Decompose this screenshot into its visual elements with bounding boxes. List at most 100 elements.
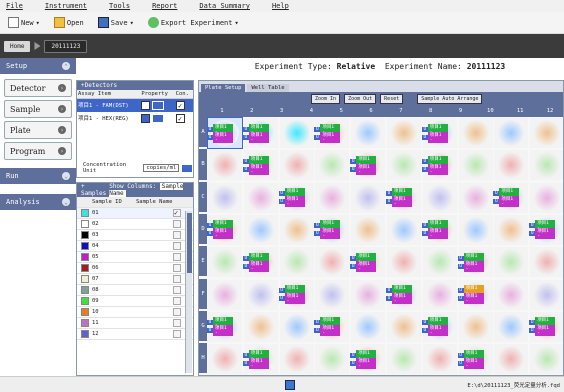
export-experiment-button[interactable]: Export Experiment ▾ xyxy=(144,14,243,31)
zoom-in-button[interactable]: Zoom In xyxy=(311,94,341,104)
plate-well[interactable] xyxy=(243,311,278,342)
plate-well[interactable]: U项目1 -U项目1 - xyxy=(242,344,278,375)
sample-row[interactable]: 09 xyxy=(77,296,193,307)
open-button[interactable]: Open xyxy=(50,14,88,31)
plate-well[interactable]: U项目1 -U项目1 - xyxy=(278,182,314,213)
menu-data-summary[interactable]: Data Summary xyxy=(199,2,250,10)
tab-well-table[interactable]: Well Table xyxy=(247,84,289,92)
sample-checkbox[interactable] xyxy=(173,297,181,305)
plate-well[interactable]: U项目1 -U项目1 - xyxy=(350,344,386,375)
sample-row[interactable]: 11 xyxy=(77,318,193,329)
plate-well[interactable] xyxy=(494,118,529,148)
detector-row[interactable]: 项目1 - HEX(REG) ✓ xyxy=(77,112,193,125)
plate-well[interactable] xyxy=(243,182,278,213)
plate-well[interactable]: U项目1 -U项目1 - xyxy=(457,344,493,375)
plate-well[interactable] xyxy=(208,182,242,213)
sample-row[interactable]: 12 xyxy=(77,329,193,340)
sample-color-swatch[interactable] xyxy=(81,286,89,294)
sample-auto-arrange-button[interactable]: Sample Auto Arrange xyxy=(417,94,483,104)
sample-color-swatch[interactable] xyxy=(81,275,89,283)
plate-well[interactable]: U项目1 -U项目1 - xyxy=(421,311,457,342)
sample-color-swatch[interactable] xyxy=(81,308,89,316)
property-dropdown[interactable] xyxy=(152,113,165,123)
detector-row[interactable]: 项目1 - FAM(DST) ✓ xyxy=(77,98,193,112)
sample-row[interactable]: 10 xyxy=(77,307,193,318)
plate-well[interactable] xyxy=(208,247,242,278)
new-button[interactable]: New ▾ xyxy=(4,14,44,31)
plate-well[interactable]: U项目1 -U项目1 - xyxy=(386,279,421,310)
plate-well[interactable] xyxy=(351,118,386,148)
plate-well[interactable] xyxy=(387,344,421,375)
plate-well[interactable] xyxy=(387,214,421,245)
plate-well[interactable] xyxy=(530,182,563,213)
sample-color-swatch[interactable] xyxy=(81,209,89,217)
plate-well[interactable] xyxy=(494,344,529,375)
save-button[interactable]: Save ▾ xyxy=(94,14,138,31)
plate-well[interactable] xyxy=(422,182,457,213)
plate-well[interactable] xyxy=(422,344,457,375)
plate-well[interactable] xyxy=(387,311,421,342)
plate-well[interactable] xyxy=(351,311,386,342)
plate-well[interactable] xyxy=(458,182,493,213)
plate-well[interactable] xyxy=(315,247,350,278)
sample-checkbox[interactable] xyxy=(173,275,181,283)
menu-tools[interactable]: Tools xyxy=(109,2,130,10)
sample-checkbox[interactable] xyxy=(173,330,181,338)
plate-well[interactable] xyxy=(315,344,350,375)
zoom-out-button[interactable]: Zoom Out xyxy=(344,94,377,104)
con-checkbox[interactable]: ✓ xyxy=(175,113,185,123)
nav-item-plate[interactable]: Plate › xyxy=(4,121,72,139)
plate-well[interactable]: U项目1 -U项目1 - xyxy=(421,214,457,245)
plate-well[interactable]: U项目1 -U项目1 - xyxy=(242,247,278,278)
plate-well[interactable] xyxy=(494,279,529,310)
samples-scrollbar[interactable] xyxy=(185,211,192,373)
plate-well[interactable] xyxy=(351,214,386,245)
plate-well[interactable] xyxy=(315,279,350,310)
plate-well[interactable] xyxy=(351,279,386,310)
sample-checkbox[interactable] xyxy=(173,264,181,272)
plate-well[interactable] xyxy=(458,311,493,342)
plate-well[interactable]: U项目1 -U项目1 - xyxy=(421,118,457,148)
plate-well[interactable]: U项目1 -U项目1 - xyxy=(314,214,350,245)
nav-analysis[interactable]: Analysis ⌄ xyxy=(0,194,76,212)
reset-button[interactable]: Reset xyxy=(380,94,404,104)
plate-well[interactable] xyxy=(208,344,242,375)
plate-well[interactable] xyxy=(494,247,529,278)
plate-well[interactable] xyxy=(387,150,421,181)
menu-report[interactable]: Report xyxy=(152,2,177,10)
plate-well[interactable] xyxy=(279,118,314,148)
plate-well[interactable] xyxy=(243,279,278,310)
plate-well[interactable] xyxy=(279,344,314,375)
sample-checkbox[interactable] xyxy=(173,242,181,250)
sample-row[interactable]: 02 xyxy=(77,219,193,230)
plate-well[interactable]: U项目1 -U项目1 - xyxy=(314,311,350,342)
plate-well[interactable]: U项目1 -U项目1 - xyxy=(386,182,421,213)
sample-checkbox[interactable] xyxy=(173,319,181,327)
sample-row[interactable]: 03 xyxy=(77,230,193,241)
plate-well[interactable] xyxy=(279,247,314,278)
plate-well[interactable] xyxy=(351,182,386,213)
breadcrumb-experiment[interactable]: 20111123 xyxy=(44,39,88,53)
plate-well[interactable] xyxy=(530,118,563,148)
menu-help[interactable]: Help xyxy=(272,2,289,10)
plate-well[interactable]: U项目1 -U项目1 - xyxy=(207,311,242,342)
sample-color-swatch[interactable] xyxy=(81,319,89,327)
plate-well[interactable] xyxy=(530,279,563,310)
plate-well[interactable] xyxy=(494,214,529,245)
plate-well[interactable] xyxy=(458,150,493,181)
sample-checkbox[interactable]: ✓ xyxy=(173,209,181,217)
sample-row[interactable]: 06 xyxy=(77,263,193,274)
scrollbar-thumb[interactable] xyxy=(187,213,192,273)
plate-well[interactable] xyxy=(530,344,563,375)
plate-well[interactable]: U项目1 -U项目1 - xyxy=(493,182,529,213)
sample-color-swatch[interactable] xyxy=(81,242,89,250)
plate-well[interactable] xyxy=(208,150,242,181)
tab-plate-setup[interactable]: Plate Setup xyxy=(201,84,246,92)
sample-color-swatch[interactable] xyxy=(81,264,89,272)
plate-well[interactable]: U项目1 -U项目1 - xyxy=(242,118,278,148)
breadcrumb-home[interactable]: Home xyxy=(4,40,31,52)
plate-well[interactable] xyxy=(530,247,563,278)
dropdown-arrow-icon[interactable] xyxy=(181,163,193,173)
plate-well[interactable] xyxy=(458,118,493,148)
plate-well[interactable]: U项目1 -U项目1 - xyxy=(457,247,493,278)
